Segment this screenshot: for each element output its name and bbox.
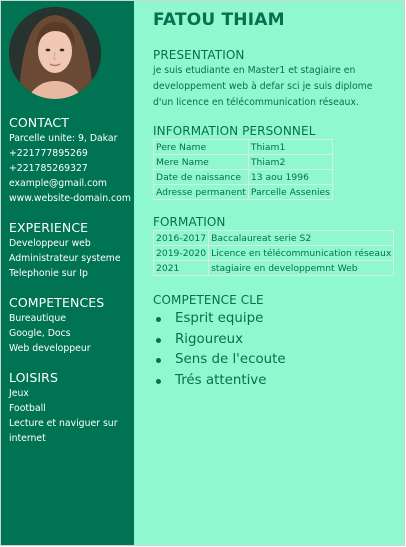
formation-detail: Baccalaureat serie S2: [208, 230, 395, 246]
cv-page: CONTACT Parcelle unite: 9, Dakar +221777…: [0, 0, 405, 546]
list-item: Rigoureux: [156, 330, 404, 351]
contact-phone-1: +221777895269: [9, 148, 88, 159]
contact-heading: CONTACT: [9, 115, 69, 130]
competence-item: Rigoureux: [175, 331, 244, 347]
info-value: Thiam2: [247, 154, 333, 170]
info-value: Thiam1: [247, 139, 333, 155]
info-label: Pere Name: [153, 139, 249, 155]
competence-heading: COMPETENCE CLE: [153, 293, 264, 307]
experience-item: Telephonie sur Ip: [9, 268, 88, 279]
bullet-icon: [156, 317, 161, 322]
contact-website: www.website-domain.com: [9, 193, 131, 204]
table-row: Adresse permanent Parcelle Assenies: [153, 184, 333, 200]
competence-item: Trés attentive: [175, 372, 267, 388]
sidebar: CONTACT Parcelle unite: 9, Dakar +221777…: [1, 1, 134, 545]
experience-item: Developpeur web: [9, 238, 91, 249]
loisirs-item: Lecture et naviguer sur internet: [9, 418, 118, 444]
experience-item: Administrateur systeme: [9, 253, 121, 264]
competences-item: Web developpeur: [9, 343, 91, 354]
contact-phone-2: +221785269327: [9, 163, 88, 174]
main-content: FATOU THIAM PRESENTATION je suis etudian…: [134, 1, 404, 545]
info-value: 13 aou 1996: [247, 169, 333, 185]
table-row: Pere Name Thiam1: [153, 139, 333, 155]
loisirs-item: Jeux: [9, 388, 29, 399]
info-value: Parcelle Assenies: [247, 184, 333, 200]
loisirs-heading: LOISIRS: [9, 370, 58, 385]
formation-table: 2016-2017 Baccalaureat serie S2 2019-202…: [152, 230, 395, 276]
contact-email: example@gmail.com: [9, 178, 107, 189]
list-item: Esprit equipe: [156, 309, 404, 330]
profile-photo-icon: [9, 7, 101, 99]
formation-detail: Licence en télécommunication réseaux: [208, 245, 395, 261]
competences-heading: COMPETENCES: [9, 295, 105, 310]
bullet-icon: [156, 378, 161, 384]
table-row: Date de naissance 13 aou 1996: [153, 169, 333, 185]
presentation-heading: PRESENTATION: [153, 48, 245, 62]
competence-item: Esprit equipe: [175, 311, 264, 326]
info-label: Adresse permanent: [153, 184, 249, 200]
competences-item: Google, Docs: [9, 328, 71, 339]
info-label: Date de naissance: [153, 169, 249, 185]
table-row: 2021 stagiaire en developpemnt Web: [152, 260, 395, 276]
competence-item: Sens de l'ecoute: [175, 352, 286, 367]
formation-year: 2019-2020: [152, 245, 210, 261]
competences-item: Bureautique: [9, 313, 66, 324]
presentation-text: je suis etudiante en Master1 et stagiair…: [153, 65, 373, 108]
table-row: Mere Name Thiam2: [153, 154, 333, 170]
info-label: Mere Name: [153, 154, 249, 170]
bullet-icon: [156, 358, 161, 363]
formation-year: 2021: [152, 260, 210, 276]
info-heading: INFORMATION PERSONNEL: [153, 124, 316, 138]
table-row: 2016-2017 Baccalaureat serie S2: [152, 230, 395, 246]
experience-heading: EXPERIENCE: [9, 220, 89, 235]
table-row: 2019-2020 Licence en télécommunication r…: [152, 245, 395, 261]
list-item: Sens de l'ecoute: [156, 350, 404, 371]
person-name: FATOU THIAM: [153, 10, 285, 30]
formation-heading: FORMATION: [153, 215, 226, 229]
bullet-icon: [156, 337, 161, 343]
competence-list: Esprit equipe Rigoureux Sens de l'ecoute…: [153, 309, 404, 391]
list-item: Trés attentive: [156, 371, 404, 392]
profile-photo: [9, 7, 101, 99]
contact-address: Parcelle unite: 9, Dakar: [9, 133, 118, 144]
formation-detail: stagiaire en developpemnt Web: [208, 260, 395, 276]
loisirs-item: Football: [9, 403, 46, 414]
info-table: Pere Name Thiam1 Mere Name Thiam2 Date d…: [153, 139, 333, 200]
formation-year: 2016-2017: [152, 230, 210, 246]
